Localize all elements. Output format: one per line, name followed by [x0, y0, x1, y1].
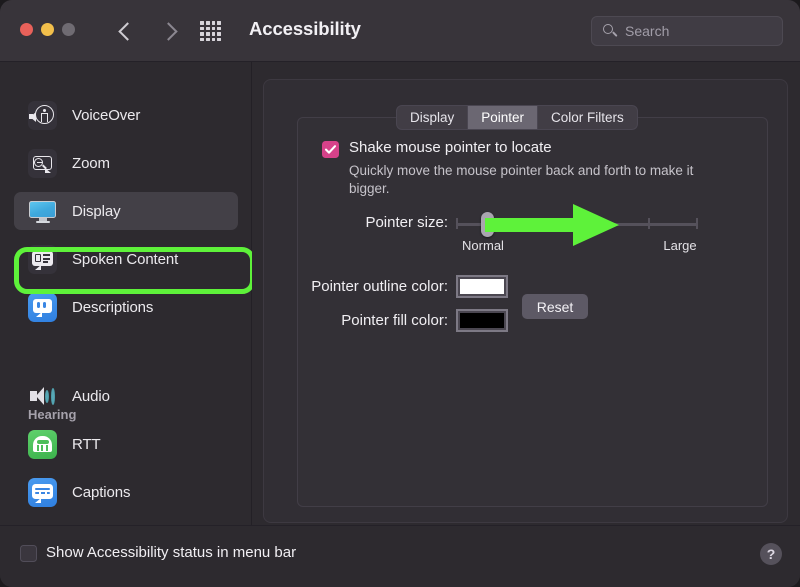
slider-thumb[interactable] [481, 212, 494, 237]
pointer-fill-color-label: Pointer fill color: [298, 312, 448, 329]
sidebar-item-label: Captions [72, 484, 130, 501]
sidebar-item-spoken-content[interactable]: Spoken Content [14, 240, 238, 278]
search-icon [603, 24, 618, 39]
shake-pointer-label: Shake mouse pointer to locate [349, 139, 552, 156]
grid-apps-icon[interactable] [200, 21, 221, 41]
zoom-button[interactable] [62, 23, 75, 36]
slider-min-label: Normal [443, 238, 523, 253]
slider-tick [696, 218, 698, 229]
sidebar-item-zoom[interactable]: Zoom [14, 144, 238, 182]
reset-button[interactable]: Reset [522, 294, 588, 319]
content-area: Display Pointer Color Filters Shake mous… [252, 62, 800, 525]
slider-max-label: Large [640, 238, 720, 253]
sidebar: VoiceOver Zoom Display Spoken Content [0, 62, 252, 525]
sidebar-item-label: Spoken Content [72, 251, 178, 268]
sidebar-item-descriptions[interactable]: Descriptions [14, 288, 238, 326]
audio-icon [28, 382, 57, 411]
shake-pointer-description: Quickly move the mouse pointer back and … [349, 162, 727, 198]
show-status-menubar-checkbox[interactable] [20, 545, 37, 562]
slider-tick [504, 218, 506, 229]
pointer-size-label: Pointer size: [310, 214, 448, 231]
window-titlebar: Accessibility Search [0, 0, 800, 62]
sidebar-item-label: RTT [72, 436, 101, 453]
page-title: Accessibility [249, 18, 361, 40]
help-button[interactable]: ? [760, 543, 782, 565]
accessibility-preferences-window: Accessibility Search VoiceOver Zoom [0, 0, 800, 587]
tab-pointer[interactable]: Pointer [468, 106, 538, 129]
slider-tick [600, 218, 602, 229]
spoken-content-icon [28, 245, 57, 274]
shake-pointer-checkbox[interactable] [322, 141, 339, 158]
sidebar-item-voiceover[interactable]: VoiceOver [14, 96, 238, 134]
navigation-arrows [115, 16, 181, 46]
voiceover-icon [28, 101, 57, 130]
sidebar-item-label: Descriptions [72, 299, 153, 316]
sidebar-item-rtt[interactable]: RTT [14, 425, 238, 463]
sidebar-item-label: Zoom [72, 155, 110, 172]
sidebar-item-label: Display [72, 203, 120, 220]
slider-tick [648, 218, 650, 229]
preferences-panel: Display Pointer Color Filters Shake mous… [263, 79, 788, 523]
zoom-icon [28, 149, 57, 178]
sidebar-item-label: VoiceOver [72, 107, 140, 124]
pointer-outline-color-well[interactable] [456, 275, 508, 298]
captions-icon [28, 478, 57, 507]
pointer-size-slider[interactable] [456, 222, 698, 226]
pointer-settings-panel: Shake mouse pointer to locate Quickly mo… [297, 117, 768, 507]
traffic-lights [20, 23, 75, 36]
slider-tick [552, 218, 554, 229]
tab-color-filters[interactable]: Color Filters [538, 106, 637, 129]
minimize-button[interactable] [41, 23, 54, 36]
sidebar-item-audio[interactable]: Audio [14, 377, 238, 415]
footer-bar: Show Accessibility status in menu bar ? [0, 525, 800, 587]
display-icon [28, 197, 57, 226]
close-button[interactable] [20, 23, 33, 36]
chevron-left-icon[interactable] [115, 16, 137, 46]
search-placeholder: Search [625, 23, 669, 39]
slider-tick [456, 218, 458, 229]
sidebar-item-label: Audio [72, 388, 110, 405]
show-status-menubar-label: Show Accessibility status in menu bar [46, 544, 296, 561]
descriptions-icon [28, 293, 57, 322]
sidebar-item-captions[interactable]: Captions [14, 473, 238, 511]
chevron-right-icon[interactable] [159, 16, 181, 46]
search-input[interactable]: Search [591, 16, 783, 46]
tab-display[interactable]: Display [397, 106, 468, 129]
pointer-fill-color-well[interactable] [456, 309, 508, 332]
rtt-icon [28, 430, 57, 459]
sidebar-item-display[interactable]: Display [14, 192, 238, 230]
pointer-outline-color-label: Pointer outline color: [298, 278, 448, 295]
tab-bar: Display Pointer Color Filters [396, 105, 638, 130]
